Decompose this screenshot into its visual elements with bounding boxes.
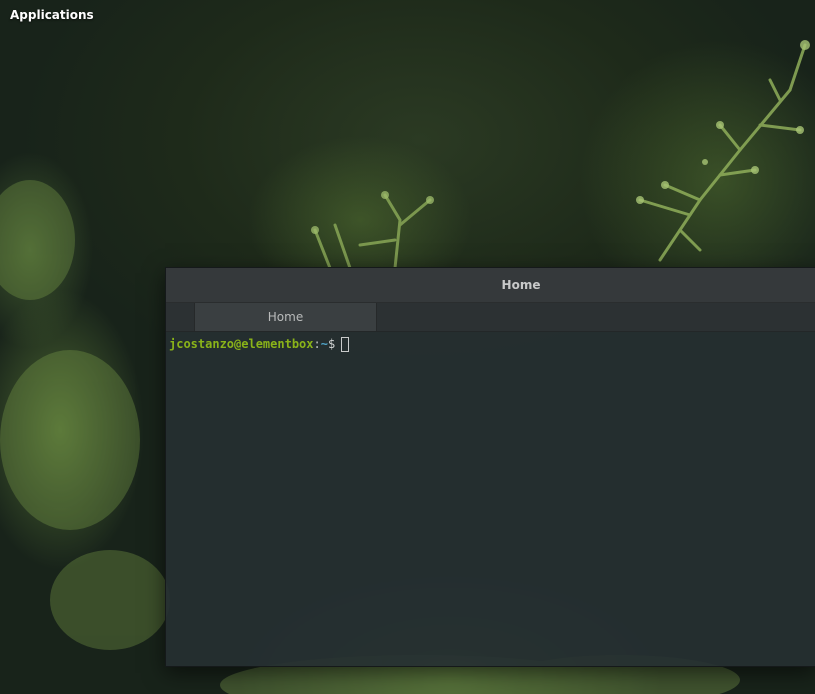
prompt-separator: : xyxy=(313,337,321,351)
window-title-bar[interactable]: Home xyxy=(166,268,815,303)
tab-bar: Home xyxy=(166,303,815,332)
applications-menu-button[interactable]: Applications xyxy=(10,8,94,22)
prompt-path: ~ xyxy=(320,337,328,351)
prompt-line: jcostanzo@elementbox: ~ $ xyxy=(169,336,813,352)
text-cursor xyxy=(341,336,350,352)
tab-label: Home xyxy=(267,310,304,324)
terminal-window[interactable]: Home Home jcostanzo@elementbox: ~ $ xyxy=(165,267,815,667)
top-panel: Applications xyxy=(0,0,815,30)
prompt-symbol: $ xyxy=(327,337,336,351)
prompt-user-host: jcostanzo@elementbox xyxy=(169,337,314,351)
window-title: Home xyxy=(501,278,541,292)
tab-home[interactable]: Home xyxy=(194,303,377,331)
terminal-output-area[interactable]: jcostanzo@elementbox: ~ $ xyxy=(166,332,815,666)
